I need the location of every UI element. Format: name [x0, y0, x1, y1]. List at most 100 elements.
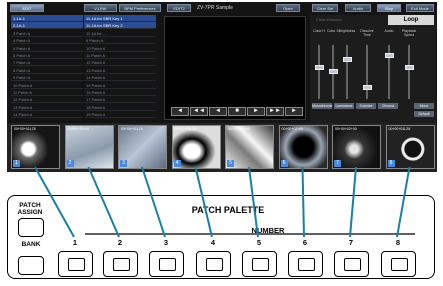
effect-button[interactable]: Default	[414, 111, 434, 117]
clip-row-sub[interactable]: 14 Patch A	[84, 74, 156, 82]
window-title: ZV-7PR Sample	[197, 5, 233, 11]
fader-track[interactable]	[408, 45, 410, 99]
clip-row-name[interactable]: 6 Patch A	[11, 52, 83, 59]
transport-button[interactable]: ■	[228, 107, 246, 116]
thumbnail-timecode: 00+00+35+00	[67, 127, 90, 131]
toolbar-exitmode-button[interactable]: Exit Mode	[406, 4, 434, 12]
hardware-panel: PATCH ASSIGN BANK PATCH PALETTE NUMBER 1…	[7, 195, 435, 279]
loop-button[interactable]: Loop	[388, 15, 434, 25]
clip-row-name[interactable]: 9 Patch A	[11, 74, 83, 82]
effect-button[interactable]: Colorize	[356, 103, 376, 109]
patch-thumbnail[interactable]: 00+00+01LZ6 1	[11, 125, 60, 169]
button-pad-icon	[112, 258, 130, 271]
toolbar-edit-button[interactable]: EDIT	[10, 4, 44, 12]
number-button-4[interactable]	[195, 251, 231, 277]
number-label: NUMBER	[233, 227, 303, 234]
effect-button[interactable]: Luminance	[334, 103, 354, 109]
bank-button[interactable]	[18, 256, 44, 275]
clip-row-name[interactable]: 2-1A-1	[11, 22, 83, 30]
patch-thumbnail[interactable]: 00+00+02+00 5	[225, 125, 274, 169]
clip-row-sub[interactable]: 10 Patch A	[84, 45, 156, 52]
fader-knob[interactable]	[362, 85, 372, 90]
transport-button[interactable]: ►	[247, 107, 265, 116]
transport-button[interactable]: ◄	[171, 107, 189, 116]
clip-row-sub[interactable]: 11-1A for SBR Key 1	[84, 15, 156, 22]
fader-knob[interactable]	[384, 53, 394, 58]
effect-button[interactable]: Mono	[414, 103, 434, 109]
number-button-7[interactable]	[333, 251, 369, 277]
toolbar-stop-button[interactable]: Stop	[377, 4, 401, 12]
transport-button[interactable]: ◄◄	[190, 107, 208, 116]
clip-row-name[interactable]: 12 Patch A	[11, 96, 83, 104]
clip-row-sub[interactable]: 12 Patch A	[84, 59, 156, 67]
clip-row-name[interactable]: 11 Patch A	[11, 89, 83, 96]
clip-row-sub[interactable]: 11 1A for...	[84, 30, 156, 37]
number-label-1: 1	[72, 238, 78, 247]
patch-thumbnail[interactable]: 00+00+35+00 2	[64, 125, 114, 169]
clip-row-name[interactable]: 8 Patch A	[11, 67, 83, 74]
patch-thumbnail[interactable]: 00+00+01LZ6 8	[385, 125, 435, 169]
number-button-2[interactable]	[102, 251, 138, 277]
thumbnail-timecode: 00+00+02+00	[281, 127, 304, 131]
bank-label: BANK	[21, 241, 41, 248]
clip-row-name[interactable]: 10 Patch A	[11, 82, 83, 89]
clip-row-name[interactable]: 4 Patch A	[11, 37, 83, 45]
clip-row-sub[interactable]: 13 Patch A	[84, 67, 156, 74]
button-pad-icon	[343, 258, 361, 271]
clip-row-name[interactable]: 3 Patch A	[11, 30, 83, 37]
toolbar-vlink-button[interactable]: V-LINK	[84, 4, 117, 12]
effect-button[interactable]: Chroma	[378, 103, 398, 109]
clip-row-sub[interactable]: 17 Patch A	[84, 96, 156, 104]
toolbar-edit2-button[interactable]: EDIT2	[167, 4, 191, 12]
clip-row-name[interactable]: 5 Patch A	[11, 45, 83, 52]
toolbar-audio-button[interactable]: Audio	[345, 4, 371, 12]
clip-row-sub[interactable]: 11-1A for SBR Key 2	[84, 22, 156, 30]
number-button-8[interactable]	[380, 251, 416, 277]
clip-row-sub[interactable]: 6 Patch A	[84, 37, 156, 45]
fader-track[interactable]	[346, 45, 348, 99]
clip-row-sub[interactable]: 11 Patch A	[84, 52, 156, 59]
clip-row-name[interactable]: 14 Patch A	[11, 111, 83, 119]
transport-button[interactable]: ►►	[266, 107, 284, 116]
effect-button[interactable]: Monochrome	[312, 103, 332, 109]
button-pad-icon	[205, 258, 223, 271]
button-pad-icon	[67, 258, 85, 271]
thumbnail-number-badge: 7	[334, 160, 341, 167]
number-button-1[interactable]	[57, 251, 93, 277]
fader-knob[interactable]	[314, 65, 324, 70]
number-button-5[interactable]	[241, 251, 277, 277]
clip-row-sub[interactable]: 16 Patch A	[84, 89, 156, 96]
transport-button[interactable]: ◄	[209, 107, 227, 116]
fader-knob[interactable]	[342, 57, 352, 62]
toolbar-bpm-button[interactable]: BPM Preferences	[119, 4, 161, 12]
clip-row-name[interactable]: 1-1A-1	[11, 15, 83, 22]
number-label-6: 6	[302, 238, 308, 247]
patch-assign-button[interactable]	[18, 218, 44, 237]
fader-knob[interactable]	[328, 69, 338, 74]
clip-row-name[interactable]: 7 Patch A	[11, 59, 83, 67]
patch-thumbnail[interactable]: 00+00+05LZ6 4	[171, 125, 221, 169]
fader-label: Audio	[384, 29, 394, 33]
clip-row-name[interactable]: 13 Patch A	[11, 104, 83, 111]
button-pad-icon	[251, 258, 269, 271]
clip-row-sub[interactable]: 19 Patch A	[84, 111, 156, 119]
button-pad-icon	[390, 258, 408, 271]
patch-thumbnail[interactable]: 00+00+01LZ6 3	[118, 125, 167, 169]
thumbnail-number-badge: 2	[66, 160, 74, 167]
fader-knob[interactable]	[404, 65, 414, 70]
number-label-8: 8	[395, 238, 401, 247]
clip-row-sub[interactable]: 15 Patch A	[84, 82, 156, 89]
toolbar-open-button[interactable]: Open	[276, 4, 300, 12]
toolbar-clearset-button[interactable]: Clear Set	[312, 4, 338, 12]
fader-track[interactable]	[318, 45, 320, 99]
patch-palette-title: PATCH PALETTE	[178, 205, 278, 215]
thumbnail-timecode: 00+00+01LZ6	[121, 127, 143, 131]
clip-row-sub[interactable]: 18 Patch A	[84, 104, 156, 111]
number-button-6[interactable]	[287, 251, 323, 277]
number-button-3[interactable]	[148, 251, 184, 277]
patch-thumbnail[interactable]: 00+00+02+00 7	[332, 125, 381, 169]
transport-button[interactable]: ►	[285, 107, 303, 116]
patch-thumbnail[interactable]: 00+00+02+00 6	[278, 125, 328, 169]
thumbnail-timecode: 00+00+05LZ6	[174, 127, 197, 131]
fader-track[interactable]	[366, 45, 368, 99]
